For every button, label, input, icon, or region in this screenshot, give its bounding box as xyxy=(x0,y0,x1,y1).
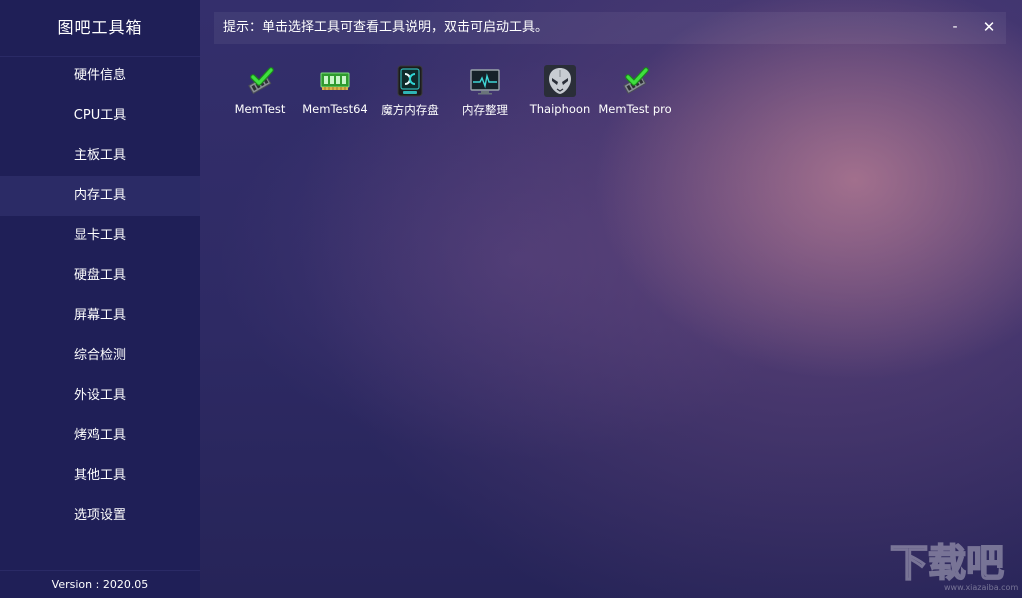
ram-module-icon xyxy=(320,72,350,90)
sidebar-item-options[interactable]: 选项设置 xyxy=(0,496,200,536)
sidebar-item-hardware-info[interactable]: 硬件信息 xyxy=(0,56,200,96)
sidebar-item-comprehensive-test[interactable]: 综合检测 xyxy=(0,336,200,376)
tool-label: MemTest pro xyxy=(598,102,672,116)
sidebar-item-peripheral-tools[interactable]: 外设工具 xyxy=(0,376,200,416)
sidebar-item-memory-tools[interactable]: 内存工具 xyxy=(0,176,200,216)
tool-memtest-pro[interactable]: MemTest pro xyxy=(597,62,673,124)
sidebar-item-motherboard-tools[interactable]: 主板工具 xyxy=(0,136,200,176)
sidebar-item-cpu-tools[interactable]: CPU工具 xyxy=(0,96,200,136)
sidebar-item-screen-tools[interactable]: 屏幕工具 xyxy=(0,296,200,336)
sidebar-nav: 硬件信息 CPU工具 主板工具 内存工具 显卡工具 硬盘工具 屏幕工具 综合检测… xyxy=(0,56,200,536)
sidebar-item-gpu-tools[interactable]: 显卡工具 xyxy=(0,216,200,256)
app-window: 图吧工具箱 硬件信息 CPU工具 主板工具 内存工具 显卡工具 硬盘工具 屏幕工… xyxy=(0,0,1022,598)
memtest-check-icon xyxy=(623,67,649,95)
sidebar-item-stress-tools[interactable]: 烤鸡工具 xyxy=(0,416,200,456)
watermark-url: www.xiazaiba.com xyxy=(944,583,1018,592)
hint-bar: 提示：单击选择工具可查看工具说明，双击可启动工具。 - ✕ xyxy=(214,12,1006,44)
sidebar-item-other-tools[interactable]: 其他工具 xyxy=(0,456,200,496)
hint-text: 提示：单击选择工具可查看工具说明，双击可启动工具。 xyxy=(223,20,549,35)
thaiphoon-alien-icon xyxy=(544,65,576,97)
minimize-button[interactable]: - xyxy=(940,12,970,44)
monitor-pulse-icon xyxy=(470,69,500,95)
close-button[interactable]: ✕ xyxy=(974,12,1004,44)
memtest-check-icon xyxy=(248,67,274,95)
sidebar-item-disk-tools[interactable]: 硬盘工具 xyxy=(0,256,200,296)
app-title: 图吧工具箱 xyxy=(0,0,200,57)
sidebar: 图吧工具箱 硬件信息 CPU工具 主板工具 内存工具 显卡工具 硬盘工具 屏幕工… xyxy=(0,0,200,598)
main-panel: 提示：单击选择工具可查看工具说明，双击可启动工具。 - ✕ MemTest Me… xyxy=(200,0,1022,598)
watermark-logo: 下载吧 www.xiazaiba.com xyxy=(889,540,1018,592)
ramdisk-icon xyxy=(397,65,423,97)
watermark-text: 下载吧 xyxy=(890,541,1004,585)
version-label: Version : 2020.05 xyxy=(0,570,200,598)
